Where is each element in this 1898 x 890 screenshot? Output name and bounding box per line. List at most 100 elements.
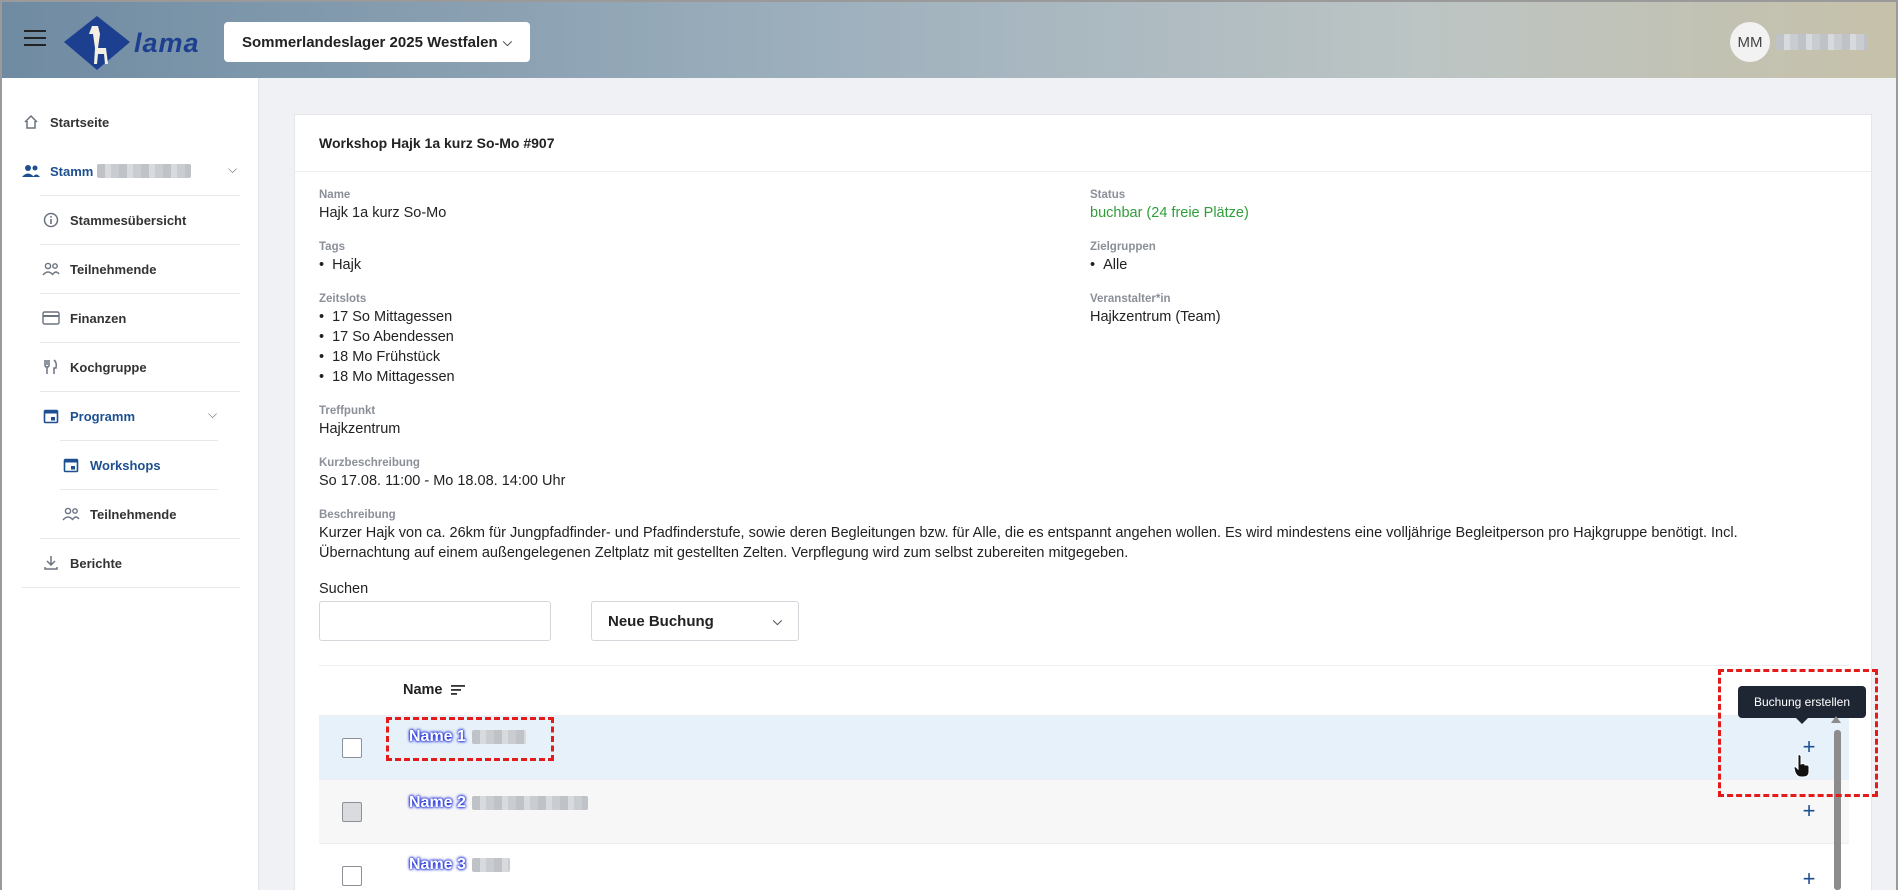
sidebar-item-label: Berichte bbox=[70, 555, 123, 571]
calendar-icon bbox=[42, 407, 60, 425]
avatar[interactable]: MM bbox=[1730, 22, 1770, 62]
sidebar-item-programm-teilnehmende[interactable]: Teilnehmende bbox=[62, 505, 176, 523]
status-value: buchbar (24 freie Plätze) bbox=[1090, 205, 1249, 221]
kurzbeschreibung-label: Kurzbeschreibung bbox=[319, 457, 420, 469]
row-name: Name 3 bbox=[409, 856, 510, 874]
name-value: Hajk 1a kurz So-Mo bbox=[319, 205, 447, 221]
zeitslots-label: Zeitslots bbox=[319, 293, 367, 305]
chevron-down-icon[interactable]: ⌵ bbox=[228, 162, 237, 177]
chevron-down-icon: ⌵ bbox=[502, 34, 512, 49]
zeitslots-list: 17 So Mittagessen 17 So Abendessen 18 Mo… bbox=[319, 307, 455, 387]
chevron-down-icon[interactable]: ⌵ bbox=[208, 407, 217, 422]
row-name-text: Name 2 bbox=[409, 794, 466, 811]
row-name: Name 2 bbox=[409, 794, 588, 812]
sidebar-item-startseite[interactable]: Startseite bbox=[22, 113, 109, 131]
user-name-redacted bbox=[1776, 34, 1868, 50]
table-row[interactable]: Name 1 + bbox=[319, 715, 1849, 779]
veranstalter-label: Veranstalter*in bbox=[1090, 293, 1171, 305]
table-row[interactable]: Name 3 + bbox=[319, 843, 1849, 890]
column-header-label: Name bbox=[403, 682, 443, 698]
list-item: 17 So Abendessen bbox=[319, 327, 455, 347]
sidebar-item-label: Stamm bbox=[50, 163, 94, 179]
sidebar-item-teilnehmende[interactable]: Teilnehmende bbox=[42, 260, 156, 278]
column-header-name[interactable]: Name bbox=[403, 682, 465, 698]
event-selector-label: Sommerlandeslager 2025 Westfalen bbox=[242, 33, 498, 51]
list-item: 18 Mo Mittagessen bbox=[319, 367, 455, 387]
sort-icon[interactable] bbox=[450, 684, 465, 696]
booking-type-select[interactable]: Neue Buchung ⌵ bbox=[591, 601, 799, 641]
sidebar-item-label: Teilnehmende bbox=[90, 506, 177, 522]
treffpunkt-label: Treffpunkt bbox=[319, 405, 376, 417]
row-checkbox[interactable] bbox=[342, 802, 362, 822]
search-label: Suchen bbox=[319, 581, 369, 597]
list-item: Hajk bbox=[319, 255, 361, 275]
beschreibung-label: Beschreibung bbox=[319, 509, 396, 521]
sidebar-item-stammesuebersicht[interactable]: Stammesübersicht bbox=[42, 211, 186, 229]
sidebar-item-label: Kochgruppe bbox=[70, 359, 147, 375]
scroll-up-arrow[interactable] bbox=[1831, 716, 1841, 723]
sidebar-item-label: Teilnehmende bbox=[70, 261, 157, 277]
stamm-name-redacted bbox=[97, 164, 192, 178]
sidebar-item-label: Startseite bbox=[50, 114, 110, 130]
avatar-initials: MM bbox=[1737, 33, 1763, 51]
status-label: Status bbox=[1090, 189, 1126, 201]
menu-icon[interactable] bbox=[24, 30, 46, 48]
beschreibung-line-1: Kurzer Hajk von ca. 26km für Jungpfadfin… bbox=[319, 525, 1738, 541]
tooltip: Buchung erstellen bbox=[1738, 686, 1866, 724]
cutlery-icon bbox=[42, 358, 60, 376]
list-item: 18 Mo Frühstück bbox=[319, 347, 455, 367]
sidebar: Startseite Stamm ⌵ Stammesübersicht Teil… bbox=[0, 78, 259, 890]
list-item: 17 So Mittagessen bbox=[319, 307, 455, 327]
tags-label: Tags bbox=[319, 241, 345, 253]
veranstalter-value: Hajkzentrum (Team) bbox=[1090, 309, 1221, 325]
tags-list: Hajk bbox=[319, 255, 361, 275]
sidebar-item-label: Workshops bbox=[90, 457, 161, 473]
people-icon bbox=[62, 505, 80, 523]
zielgruppen-list: Alle bbox=[1090, 255, 1127, 275]
name-label: Name bbox=[319, 189, 351, 201]
row-name-text: Name 3 bbox=[409, 856, 466, 873]
row-name-redacted bbox=[471, 858, 510, 872]
treffpunkt-value: Hajkzentrum bbox=[319, 421, 401, 437]
sidebar-item-workshops[interactable]: Workshops bbox=[62, 456, 161, 474]
calendar-icon bbox=[62, 456, 80, 474]
sidebar-item-stamm[interactable]: Stamm bbox=[22, 162, 192, 180]
sidebar-item-label: Stammesübersicht bbox=[70, 212, 187, 228]
download-icon bbox=[42, 554, 60, 572]
sidebar-item-programm[interactable]: Programm bbox=[42, 407, 135, 425]
credit-card-icon bbox=[42, 309, 60, 327]
table-header: Name bbox=[319, 665, 1849, 715]
beschreibung-line-2: Übernachtung auf einem außengelegenen Ze… bbox=[319, 545, 1129, 561]
sidebar-item-berichte[interactable]: Berichte bbox=[42, 554, 122, 572]
event-selector[interactable]: Sommerlandeslager 2025 Westfalen ⌵ bbox=[224, 22, 530, 62]
scrollbar[interactable] bbox=[1834, 730, 1841, 890]
workshop-card: Workshop Hajk 1a kurz So-Mo #907 Name Ha… bbox=[294, 114, 1872, 890]
table-row[interactable]: Name 2 + bbox=[319, 779, 1849, 843]
sidebar-item-label: Programm bbox=[70, 408, 136, 424]
add-booking-button[interactable]: + bbox=[1797, 798, 1821, 824]
row-checkbox[interactable] bbox=[342, 866, 362, 886]
logo-text: lama bbox=[134, 28, 200, 58]
search-input[interactable] bbox=[319, 601, 551, 641]
row-name: Name 1 bbox=[409, 728, 526, 746]
people-icon bbox=[42, 260, 60, 278]
page-title: Workshop Hajk 1a kurz So-Mo #907 bbox=[319, 135, 555, 151]
home-icon bbox=[22, 113, 40, 131]
sidebar-item-label: Finanzen bbox=[70, 310, 127, 326]
top-bar: lama Sommerlandeslager 2025 Westfalen ⌵ … bbox=[0, 0, 1898, 78]
lama-logo[interactable]: lama bbox=[62, 14, 202, 72]
group-icon bbox=[22, 162, 40, 180]
hand-cursor-icon bbox=[1793, 754, 1810, 778]
info-icon bbox=[42, 211, 60, 229]
kurzbeschreibung-value: So 17.08. 11:00 - Mo 18.08. 14:00 Uhr bbox=[319, 473, 566, 489]
sidebar-item-finanzen[interactable]: Finanzen bbox=[42, 309, 126, 327]
sidebar-item-kochgruppe[interactable]: Kochgruppe bbox=[42, 358, 147, 376]
add-booking-button[interactable]: + bbox=[1797, 866, 1821, 890]
row-name-redacted bbox=[471, 796, 588, 810]
row-checkbox[interactable] bbox=[342, 738, 362, 758]
booking-type-value: Neue Buchung bbox=[608, 612, 714, 630]
row-name-text: Name 1 bbox=[409, 728, 466, 745]
list-item: Alle bbox=[1090, 255, 1127, 275]
chevron-down-icon: ⌵ bbox=[772, 613, 782, 628]
zielgruppen-label: Zielgruppen bbox=[1090, 241, 1156, 253]
